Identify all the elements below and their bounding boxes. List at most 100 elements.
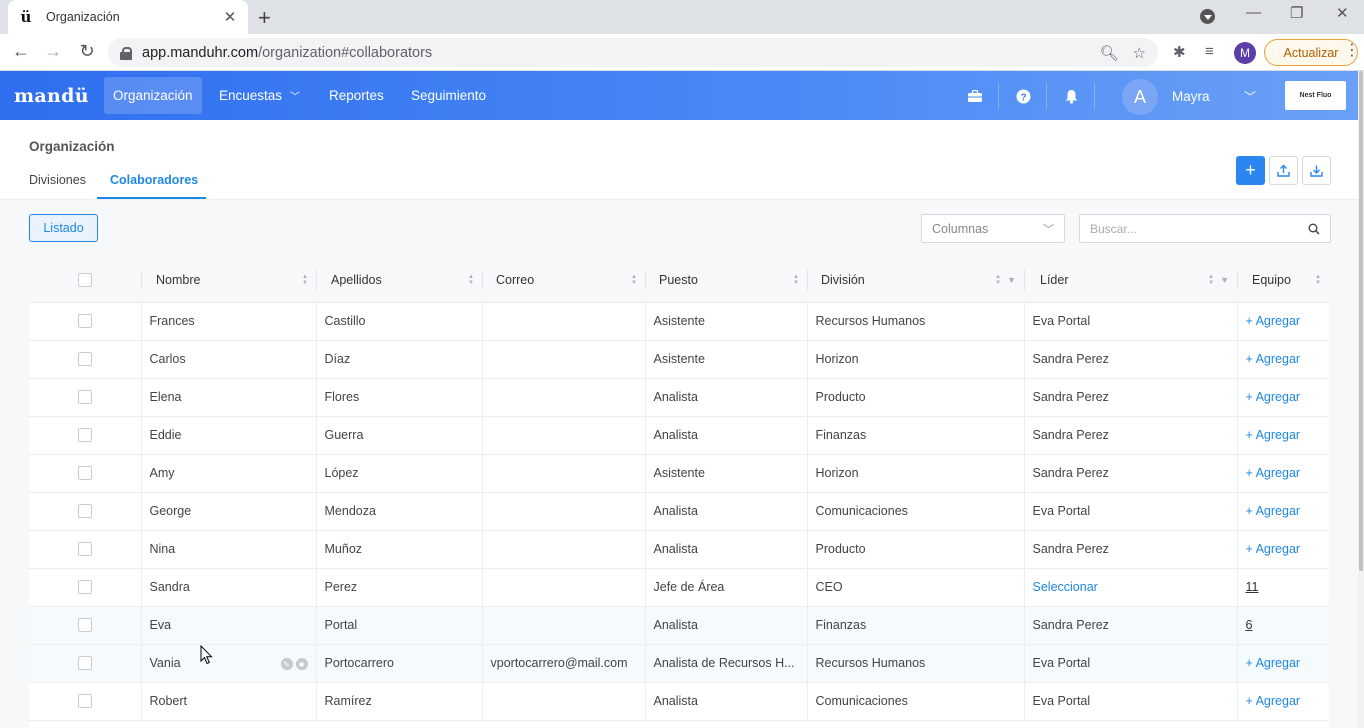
add-team-link[interactable]: + Agregar [1246, 656, 1301, 670]
row-checkbox[interactable] [77, 390, 92, 404]
columns-select[interactable]: Columnas ﹀ [921, 214, 1065, 243]
new-tab-icon[interactable]: + [258, 5, 271, 31]
row-checkbox[interactable] [77, 428, 92, 442]
row-checkbox[interactable] [77, 466, 92, 480]
row-checkbox[interactable] [77, 618, 92, 632]
window-close-icon[interactable]: ✕ [1336, 4, 1349, 22]
column-header-puesto[interactable]: Puesto ▲ ▼ [645, 258, 807, 303]
close-tab-icon[interactable]: ✕ [222, 8, 238, 26]
forward-icon[interactable]: → [42, 41, 64, 62]
help-icon[interactable]: ? [1014, 87, 1032, 105]
row-checkbox[interactable] [77, 314, 92, 328]
restore-icon[interactable]: ❐ [1290, 4, 1303, 22]
search-field[interactable] [1079, 214, 1331, 243]
profile-avatar[interactable]: M [1234, 42, 1256, 64]
address-bar[interactable]: app.manduhr.com/organization#collaborato… [108, 38, 1158, 67]
tab-search-icon[interactable] [1200, 9, 1215, 24]
nav-encuestas[interactable]: Encuestas ﹀ [210, 77, 309, 114]
nav-reportes[interactable]: Reportes [320, 77, 393, 114]
user-menu-chevron-icon[interactable]: ﹀ [1244, 88, 1256, 105]
add-team-link[interactable]: + Agregar [1246, 314, 1301, 328]
table-row[interactable]: Robert Ramírez Analista Comunicaciones Eva P… [29, 682, 1329, 721]
cell-equipo[interactable]: + Agregar [1236, 530, 1329, 569]
bell-icon[interactable] [1062, 87, 1080, 105]
nav-organizacion[interactable]: Organización [104, 77, 202, 114]
cell-equipo[interactable]: + Agregar [1236, 416, 1329, 455]
sort-icon[interactable]: ▲ ▼ [631, 274, 637, 286]
column-header-lider[interactable]: Líder ▲ ▼ ▼ [1024, 258, 1237, 303]
extensions-icon[interactable]: ✱ [1173, 43, 1186, 61]
column-header-division[interactable]: División ▲ ▼ ▼ [807, 258, 1024, 303]
table-row[interactable]: Eva Portal Analista Finanzas Sandra Perez 6 [29, 606, 1329, 645]
app-logo[interactable]: mandü [14, 85, 89, 107]
add-team-link[interactable]: + Agregar [1246, 428, 1301, 442]
search-input[interactable] [1090, 221, 1308, 236]
table-row[interactable]: Carlos Díaz Asistente Horizon Sandra Perez + … [29, 340, 1329, 379]
add-team-link[interactable]: + Agregar [1246, 504, 1301, 518]
cell-equipo[interactable]: + Agregar [1236, 454, 1329, 493]
cell-equipo[interactable]: 6 [1236, 606, 1329, 645]
team-count-link[interactable]: 11 [1246, 580, 1259, 594]
sort-icon[interactable]: ▲ ▼ [302, 274, 308, 286]
cell-equipo[interactable]: + Agregar [1236, 378, 1329, 417]
search-icon[interactable] [1308, 223, 1320, 235]
table-row[interactable]: Vania ✎ ■ Portocarrero vportocarrero@mail.co… [29, 644, 1329, 683]
minimize-icon[interactable]: — [1246, 4, 1261, 21]
browser-tab[interactable]: ü Organización ✕ [8, 0, 248, 34]
row-checkbox[interactable] [77, 694, 92, 708]
row-checkbox[interactable] [77, 656, 92, 670]
filter-icon[interactable]: ▼ [1220, 275, 1229, 285]
edit-icon[interactable]: ✎ [280, 658, 293, 670]
row-checkbox[interactable] [77, 352, 92, 366]
add-team-link[interactable]: + Agregar [1246, 352, 1301, 366]
cell-equipo[interactable]: + Agregar [1236, 302, 1329, 341]
nav-seguimiento[interactable]: Seguimiento [402, 77, 495, 114]
add-team-link[interactable]: + Agregar [1246, 466, 1301, 480]
add-team-link[interactable]: + Agregar [1246, 390, 1301, 404]
cell-equipo[interactable]: + Agregar [1236, 492, 1329, 531]
listado-button[interactable]: Listado [29, 214, 98, 242]
tab-divisiones[interactable]: Divisiones [29, 173, 86, 187]
cell-equipo[interactable]: + Agregar [1236, 340, 1329, 379]
add-collaborator-button[interactable]: + [1236, 156, 1265, 185]
sort-icon[interactable]: ▲ ▼ [468, 274, 474, 286]
bookmark-star-icon[interactable]: ☆ [1133, 44, 1146, 62]
table-row[interactable]: Amy López Asistente Horizon Sandra Perez + Ag… [29, 454, 1329, 493]
zoom-icon[interactable]: 🔍︎ [1100, 44, 1119, 62]
row-checkbox[interactable] [77, 580, 92, 594]
user-avatar[interactable]: A [1122, 79, 1158, 115]
row-checkbox[interactable] [77, 542, 92, 556]
cell-lider[interactable]: Seleccionar [1023, 568, 1237, 607]
sort-icon[interactable]: ▲ ▼ [1208, 274, 1214, 286]
add-team-link[interactable]: + Agregar [1246, 694, 1301, 708]
browser-menu-icon[interactable]: ⋮ [1344, 40, 1360, 60]
column-header-nombre[interactable]: Nombre ▲ ▼ [141, 258, 316, 303]
sort-icon[interactable]: ▲ ▼ [1315, 274, 1321, 286]
back-icon[interactable]: ← [10, 41, 32, 62]
page-scrollbar[interactable] [1358, 71, 1364, 728]
user-name[interactable]: Mayra [1172, 89, 1210, 104]
select-leader-link[interactable]: Seleccionar [1033, 580, 1098, 594]
sort-icon[interactable]: ▲ ▼ [995, 274, 1001, 286]
sort-icon[interactable]: ▲ ▼ [793, 274, 799, 286]
table-row[interactable]: Sandra Perez Jefe de Área CEO Seleccionar 11 [29, 568, 1329, 607]
tab-colaboradores[interactable]: Colaboradores [110, 173, 198, 187]
download-button[interactable] [1302, 156, 1331, 185]
upload-button[interactable] [1269, 156, 1298, 185]
scrollbar-thumb[interactable] [1359, 71, 1363, 571]
table-row[interactable]: Elena Flores Analista Producto Sandra Perez +… [29, 378, 1329, 417]
table-row[interactable]: Eddie Guerra Analista Finanzas Sandra Perez +… [29, 416, 1329, 455]
column-header-apellidos[interactable]: Apellidos ▲ ▼ [316, 258, 482, 303]
table-row[interactable]: George Mendoza Analista Comunicaciones Eva P… [29, 492, 1329, 531]
filter-icon[interactable]: ▼ [1007, 275, 1016, 285]
reload-icon[interactable]: ↻ [76, 41, 98, 62]
row-checkbox[interactable] [77, 504, 92, 518]
table-row[interactable]: Nina Muñoz Analista Producto Sandra Perez + A… [29, 530, 1329, 569]
cell-equipo[interactable]: + Agregar [1236, 682, 1329, 721]
media-queue-icon[interactable]: ≡ [1205, 43, 1214, 60]
table-row[interactable]: Frances Castillo Asistente Recursos Humanos… [29, 302, 1329, 341]
briefcase-icon[interactable] [966, 87, 984, 105]
column-header-equipo[interactable]: Equipo ▲ ▼ [1237, 258, 1329, 303]
cell-equipo[interactable]: + Agregar [1236, 644, 1329, 683]
select-all-checkbox[interactable] [78, 272, 92, 287]
